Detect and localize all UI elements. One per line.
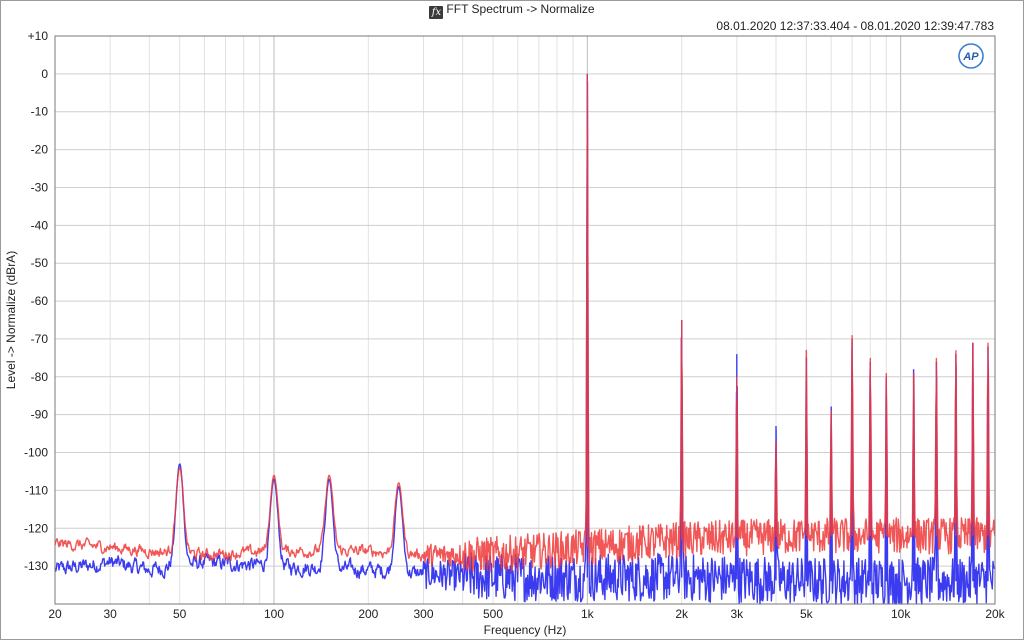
y-tick-label: -80 xyxy=(31,370,49,384)
y-tick-label: 0 xyxy=(41,67,48,81)
x-tick-label: 20k xyxy=(985,607,1005,621)
x-tick-label: 30 xyxy=(103,607,117,621)
series-line-red xyxy=(54,73,996,573)
x-tick-label: 50 xyxy=(173,607,187,621)
x-axis-title: Frequency (Hz) xyxy=(484,623,567,637)
x-tick-label: 10k xyxy=(891,607,911,621)
y-axis-title: Level -> Normalize (dBrA) xyxy=(4,251,18,389)
x-tick-label: 200 xyxy=(358,607,378,621)
fft-spectrum-chart[interactable]: 20 30 50 100 200 300 500 1k 2k 3k 5k 10k 20k +10 0 -10 -… xyxy=(0,0,1024,640)
y-tick-label: -40 xyxy=(31,218,49,232)
y-tick-label: -100 xyxy=(24,446,48,460)
x-tick-label: 1k xyxy=(581,607,595,621)
x-tick-label: 2k xyxy=(675,607,689,621)
x-tick-label: 500 xyxy=(483,607,503,621)
x-tick-label: 3k xyxy=(730,607,744,621)
y-tick-label: -60 xyxy=(31,294,49,308)
y-tick-label: -50 xyxy=(31,256,49,270)
ap-logo: AP xyxy=(958,43,984,69)
ap-logo-text: AP xyxy=(962,51,979,63)
y-tick-label: +10 xyxy=(28,29,49,43)
y-tick-label: -70 xyxy=(31,332,49,346)
y-tick-label: -120 xyxy=(24,521,48,535)
y-tick-label: -110 xyxy=(25,483,48,497)
x-tick-label: 300 xyxy=(413,607,433,621)
x-tick-label: 20 xyxy=(48,607,62,621)
x-tick-label: 100 xyxy=(264,607,284,621)
y-tick-label: -90 xyxy=(31,408,49,422)
y-tick-label: -10 xyxy=(31,105,49,119)
x-tick-label: 5k xyxy=(800,607,814,621)
y-tick-label: -30 xyxy=(31,180,49,194)
y-tick-label: -20 xyxy=(31,143,49,157)
y-tick-label: -130 xyxy=(24,559,48,573)
